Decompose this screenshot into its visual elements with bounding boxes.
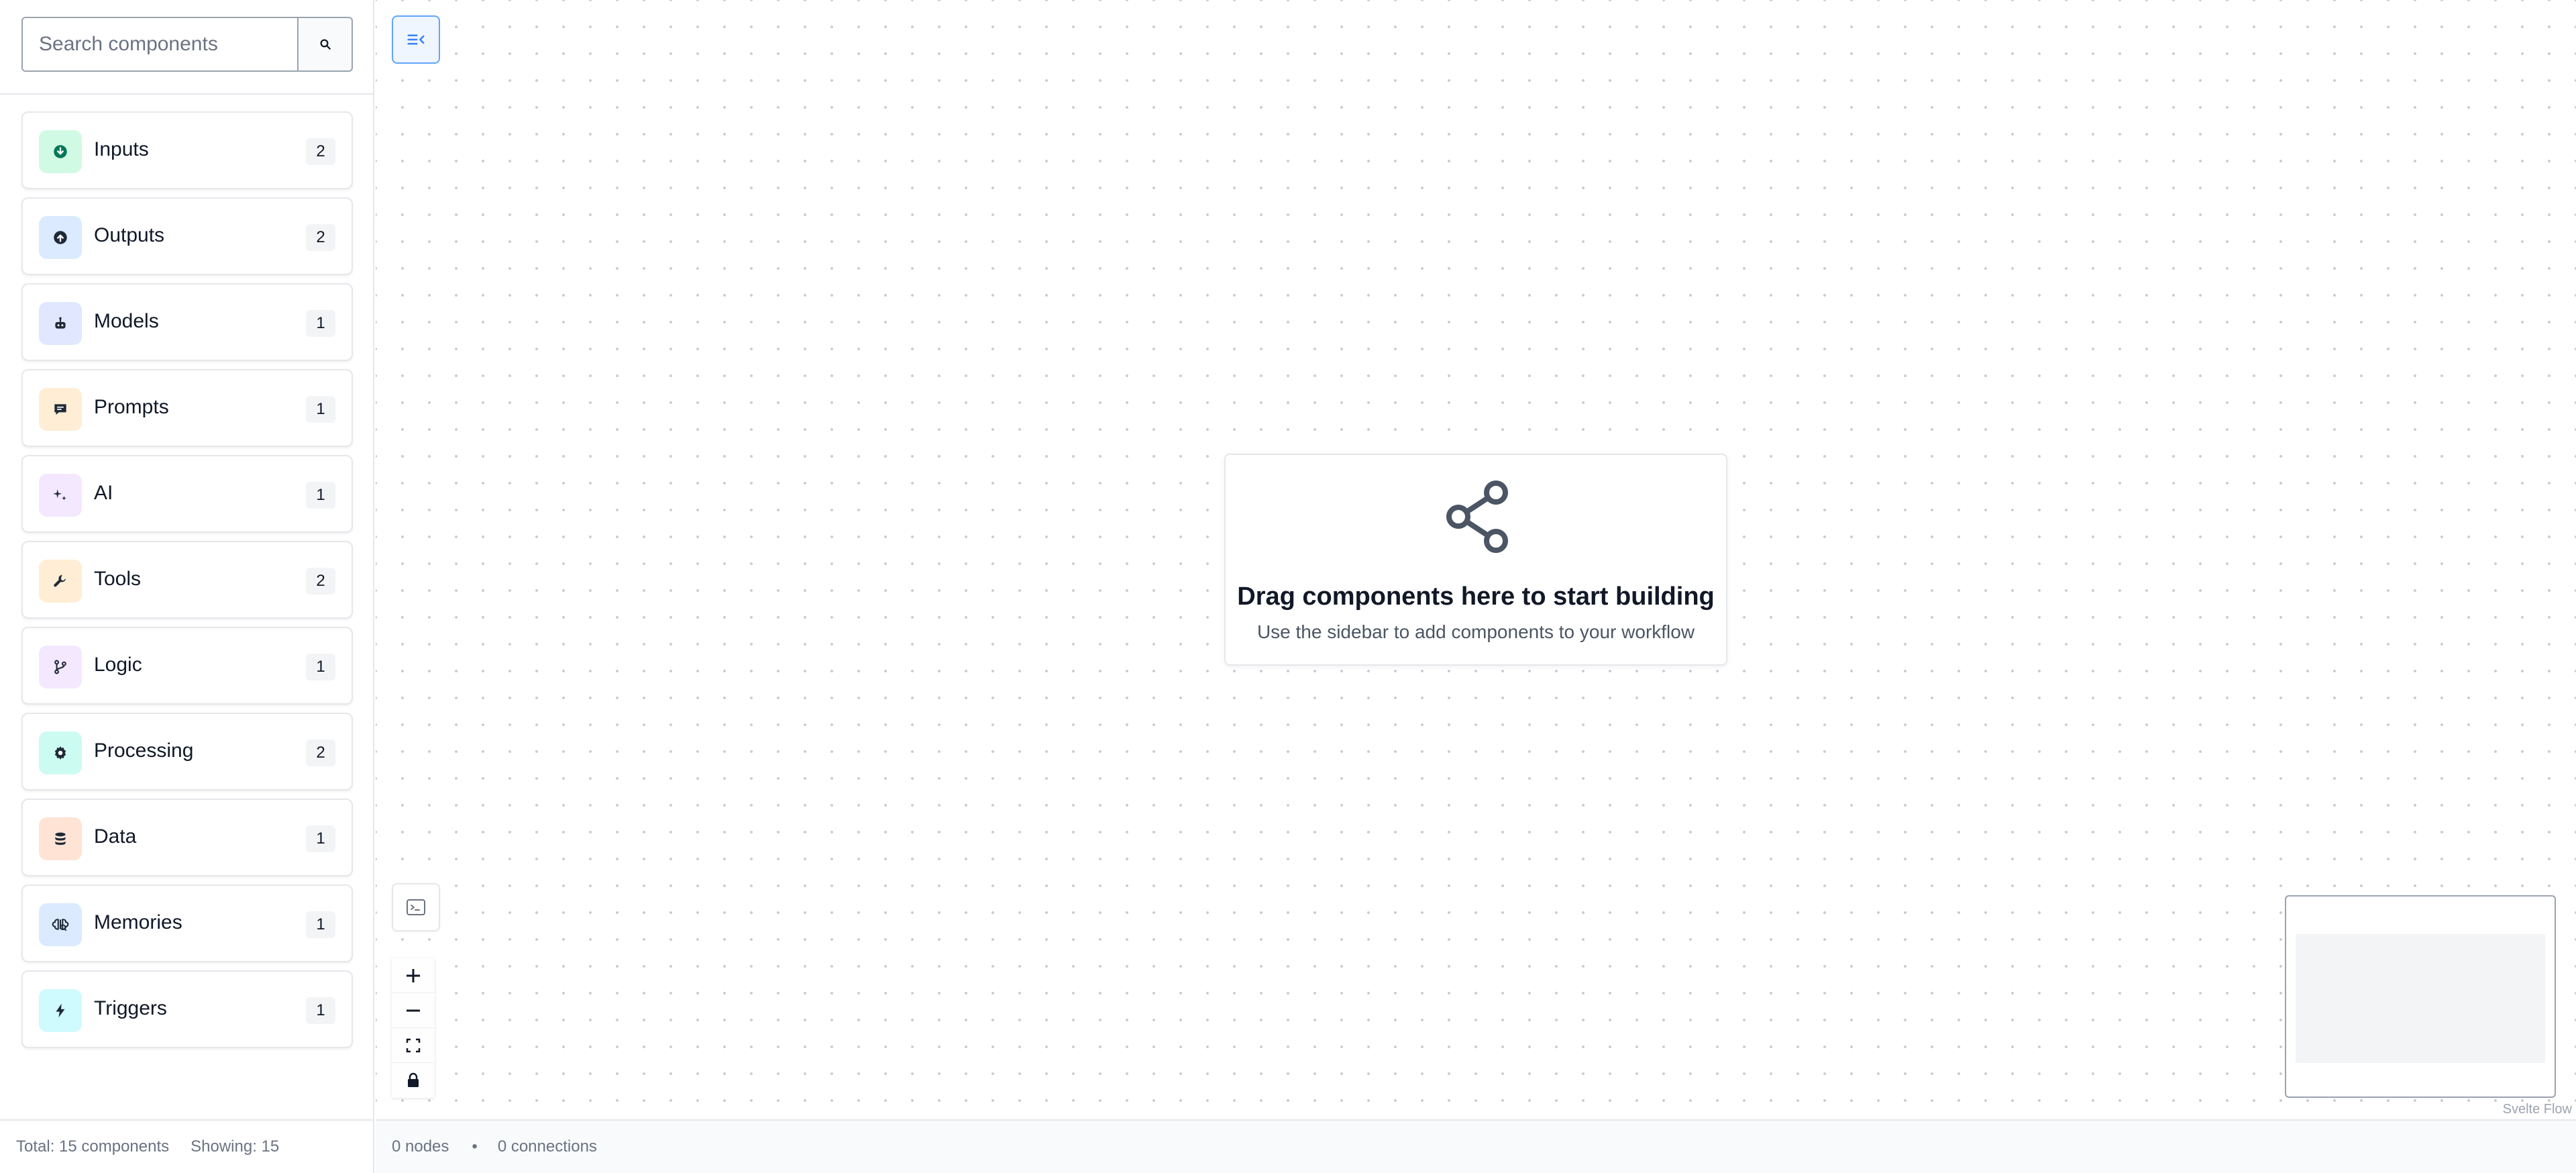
status-separator: • — [472, 1137, 478, 1156]
divider — [0, 93, 373, 95]
category-count-badge: 2 — [306, 138, 335, 165]
category-count-badge: 1 — [306, 310, 335, 337]
category-count-badge: 1 — [306, 997, 335, 1024]
git-branch-icon — [54, 660, 66, 674]
category-icon-tile — [39, 216, 82, 259]
category-label: Prompts — [94, 396, 169, 418]
sidebar-footer: Total: 15 components Showing: 15 — [0, 1119, 374, 1173]
connection-count: 0 connections — [497, 1137, 597, 1156]
minimap-viewport[interactable] — [2296, 934, 2545, 1063]
node-count: 0 nodes — [392, 1137, 449, 1156]
category-count-badge: 2 — [306, 224, 335, 251]
category-count-badge: 1 — [306, 396, 335, 423]
category-label: Memories — [94, 911, 182, 933]
category-item-tools[interactable]: Tools 2 — [21, 541, 353, 619]
category-item-triggers[interactable]: Triggers 1 — [21, 970, 353, 1048]
category-label: Triggers — [94, 997, 167, 1019]
search-bar — [21, 17, 353, 72]
empty-state-title: Drag components here to start building — [1237, 582, 1715, 611]
lock-icon — [408, 1072, 419, 1087]
total-components-text: Total: 15 components — [16, 1137, 170, 1156]
category-label: Models — [94, 310, 159, 332]
category-label: Inputs — [94, 138, 149, 160]
category-label: AI — [94, 482, 113, 504]
minus-icon — [407, 1009, 420, 1011]
category-label: Tools — [94, 568, 142, 590]
robot-icon — [55, 317, 66, 329]
sidebar-collapse-icon — [407, 34, 425, 45]
category-icon-tile — [39, 903, 82, 946]
chat-icon — [54, 404, 66, 415]
category-item-prompts[interactable]: Prompts 1 — [21, 369, 353, 447]
share-icon — [1446, 480, 1508, 553]
category-item-models[interactable]: Models 1 — [21, 283, 353, 361]
empty-state-card: Drag components here to start building U… — [1224, 454, 1727, 666]
zoom-in-button[interactable] — [392, 958, 435, 993]
attribution-link[interactable]: Svelte Flow — [2503, 1102, 2572, 1117]
fit-view-icon — [406, 1038, 421, 1052]
flow-canvas[interactable]: Drag components here to start building U… — [376, 0, 2576, 1119]
minimap[interactable] — [2285, 895, 2556, 1098]
category-count-badge: 2 — [306, 568, 335, 595]
console-toggle-button[interactable] — [392, 883, 440, 931]
category-list: Inputs 2 Outputs 2 Models 1 Prompts 1 AI 1 Tools 2 L… — [21, 111, 353, 1056]
flow-controls — [392, 958, 435, 1098]
status-bar: 0 nodes • 0 connections — [376, 1119, 2576, 1173]
plus-icon — [407, 968, 420, 982]
category-icon-tile — [39, 388, 82, 431]
sparkles-icon — [53, 489, 66, 501]
category-count-badge: 1 — [306, 911, 335, 938]
category-icon-tile — [39, 989, 82, 1032]
showing-components-text: Showing: 15 — [191, 1137, 280, 1156]
category-icon-tile — [39, 474, 82, 517]
fit-view-button[interactable] — [392, 1028, 435, 1063]
app-root: Inputs 2 Outputs 2 Models 1 Prompts 1 AI 1 Tools 2 L… — [0, 0, 2576, 1173]
category-item-memories[interactable]: Memories 1 — [21, 884, 353, 962]
toggle-sidebar-button[interactable] — [392, 15, 440, 64]
search-icon — [320, 39, 331, 50]
category-label: Data — [94, 825, 137, 848]
category-icon-tile — [39, 130, 82, 173]
lock-button[interactable] — [392, 1063, 435, 1098]
search-input[interactable] — [21, 17, 297, 72]
category-icon-tile — [39, 560, 82, 603]
category-label: Outputs — [94, 224, 165, 246]
component-sidebar: Inputs 2 Outputs 2 Models 1 Prompts 1 AI 1 Tools 2 L… — [0, 0, 374, 1119]
category-count-badge: 1 — [306, 825, 335, 852]
search-button[interactable] — [297, 17, 353, 72]
database-icon — [55, 832, 66, 846]
arrow-down-circle-icon — [54, 145, 67, 158]
category-item-logic[interactable]: Logic 1 — [21, 627, 353, 705]
category-item-outputs[interactable]: Outputs 2 — [21, 197, 353, 275]
category-count-badge: 1 — [306, 654, 335, 680]
zoom-out-button[interactable] — [392, 993, 435, 1028]
category-item-processing[interactable]: Processing 2 — [21, 713, 353, 790]
category-icon-tile — [39, 817, 82, 860]
category-icon-tile — [39, 731, 82, 774]
category-item-data[interactable]: Data 1 — [21, 799, 353, 876]
category-icon-tile — [39, 302, 82, 345]
terminal-icon — [407, 899, 425, 915]
empty-state-subtitle: Use the sidebar to add components to you… — [1256, 621, 1695, 642]
lightning-icon — [56, 1003, 65, 1018]
category-label: Processing — [94, 740, 194, 762]
category-count-badge: 2 — [306, 740, 335, 766]
wrench-icon — [54, 574, 66, 587]
brain-icon — [52, 919, 69, 931]
category-item-inputs[interactable]: Inputs 2 — [21, 111, 353, 189]
gear-icon — [54, 746, 66, 760]
category-item-ai[interactable]: AI 1 — [21, 455, 353, 533]
category-icon-tile — [39, 646, 82, 688]
category-label: Logic — [94, 654, 142, 676]
category-count-badge: 1 — [306, 482, 335, 509]
arrow-up-circle-icon — [54, 231, 67, 244]
